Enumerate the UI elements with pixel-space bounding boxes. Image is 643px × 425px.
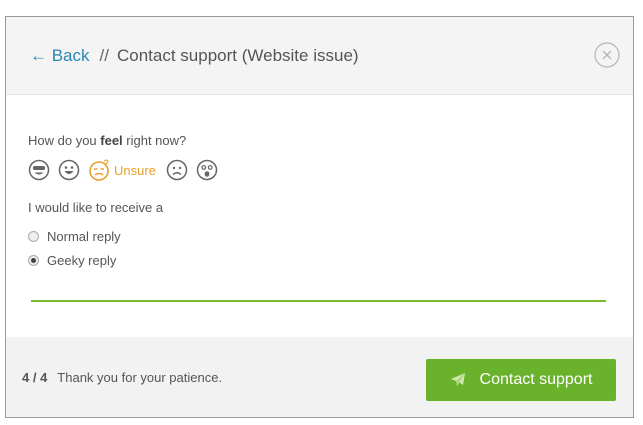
footer-message: Thank you for your patience. [57,369,223,385]
dialog-header: ← Back // Contact support (Website issue… [6,17,633,95]
cool-face-icon[interactable] [28,159,50,181]
radio-label: Normal reply [47,228,121,244]
svg-text:?: ? [104,159,110,168]
unsure-face-icon[interactable]: ? [88,159,110,181]
feel-question: How do you feel right now? [28,133,187,148]
progress-fill [31,300,606,302]
mood-selector: ? Unsure [28,158,633,182]
close-icon[interactable] [594,42,620,68]
shocked-face-icon[interactable] [196,159,218,181]
happy-face-icon[interactable] [58,159,80,181]
radio-normal-reply[interactable]: Normal reply [28,225,633,247]
contact-support-button[interactable]: Contact support [426,359,616,401]
breadcrumb-separator: // [99,45,109,65]
radio-button[interactable] [28,254,39,266]
step-indicator: 4 / 4 [22,369,48,385]
dialog-title: Contact support (Website issue) [116,45,359,65]
support-dialog: ← Back // Contact support (Website issue… [5,16,634,418]
selected-mood-label: Unsure [114,162,156,178]
dialog-footer: 4 / 4 Thank you for your patience. Conta… [6,337,633,417]
progress-bar [31,300,606,302]
reply-type-label: I would like to receive a [28,200,164,215]
radio-geeky-reply[interactable]: Geeky reply [28,249,633,271]
contact-support-label: Contact support [479,371,593,388]
radio-label: Geeky reply [47,252,117,268]
paper-plane-icon [450,372,466,388]
dialog-body: How do you feel right now? ? Unsure I wo… [6,95,633,359]
radio-button[interactable] [28,230,39,242]
back-link[interactable]: ← Back [30,46,90,66]
sad-face-icon[interactable] [166,159,188,181]
